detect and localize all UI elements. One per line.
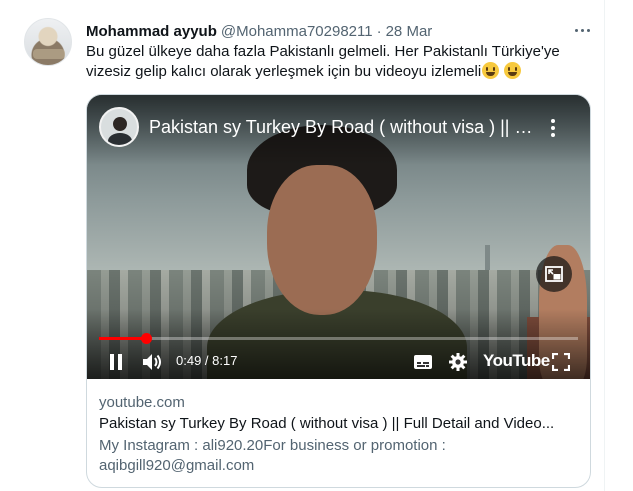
settings-button[interactable] <box>447 351 469 373</box>
captions-icon <box>414 355 432 369</box>
tweet-text: Bu güzel ülkeye daha fazla Pakistanlı ge… <box>86 42 596 82</box>
fullscreen-button[interactable] <box>550 351 572 373</box>
volume-icon <box>143 354 161 370</box>
youtube-logo[interactable]: YouTube <box>483 351 550 371</box>
progress-bar[interactable] <box>99 333 578 344</box>
fullscreen-icon <box>552 353 570 371</box>
pause-icon <box>110 354 122 370</box>
link-card[interactable]: Pakistan sy Turkey By Road ( without vis… <box>86 94 591 488</box>
video-title[interactable]: Pakistan sy Turkey By Road ( without vis… <box>149 117 537 138</box>
settings-icon <box>449 353 467 371</box>
more-options-button[interactable] <box>568 20 596 40</box>
grinning-face-emoji <box>482 62 500 79</box>
timeline-divider <box>604 0 605 491</box>
time-display: 0:49 / 8:17 <box>176 353 237 368</box>
card-title: Pakistan sy Turkey By Road ( without vis… <box>99 415 555 432</box>
captions-button[interactable] <box>412 351 434 373</box>
duration: 8:17 <box>212 353 238 368</box>
channel-avatar[interactable] <box>99 107 139 147</box>
author-handle[interactable]: @Mohamma70298211 <box>221 23 373 40</box>
tweet-header: Mohammad ayyub @Mohamma70298211 · 28 Mar <box>86 21 432 41</box>
pause-button[interactable] <box>105 351 127 373</box>
miniplayer-icon <box>545 266 563 282</box>
video-player[interactable]: Pakistan sy Turkey By Road ( without vis… <box>87 95 590 379</box>
kebab-icon[interactable] <box>545 115 561 141</box>
tweet-date[interactable]: 28 Mar <box>386 23 433 40</box>
current-time: 0:49 <box>176 353 202 368</box>
grinning-face-emoji <box>504 62 522 79</box>
volume-button[interactable] <box>140 351 164 373</box>
more-icon <box>574 28 578 32</box>
miniplayer-button[interactable] <box>536 256 572 292</box>
card-domain: youtube.com <box>99 394 185 411</box>
author-avatar[interactable] <box>24 18 72 66</box>
time-separator: / <box>201 353 213 368</box>
progress-fill <box>99 337 147 340</box>
card-description: My Instagram : ali920.20For business or … <box>99 437 446 474</box>
author-name[interactable]: Mohammad ayyub <box>86 23 217 40</box>
header-separator: · <box>376 22 382 40</box>
card-meta[interactable]: youtube.com Pakistan sy Turkey By Road (… <box>99 393 579 476</box>
